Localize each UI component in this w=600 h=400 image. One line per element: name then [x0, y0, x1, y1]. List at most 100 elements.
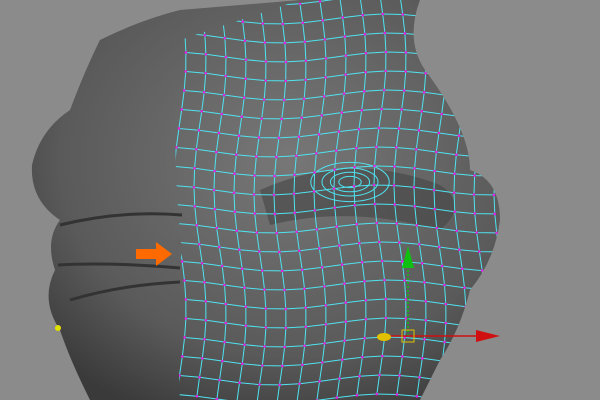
vertex[interactable]	[223, 36, 227, 40]
vertex[interactable]	[263, 345, 266, 348]
vertex[interactable]	[480, 269, 484, 272]
vertex[interactable]	[324, 76, 327, 79]
vertex[interactable]	[501, 270, 504, 273]
vertex[interactable]	[362, 89, 366, 93]
vertex[interactable]	[283, 288, 286, 292]
vertex[interactable]	[224, 321, 228, 325]
vertex[interactable]	[477, 136, 481, 139]
vertex[interactable]	[364, 298, 368, 302]
vertex[interactable]	[443, 340, 446, 344]
vertex[interactable]	[461, 362, 464, 366]
vertex[interactable]	[401, 13, 405, 16]
vertex[interactable]	[203, 338, 206, 341]
vertex[interactable]	[441, 17, 445, 21]
vertex[interactable]	[204, 53, 208, 56]
vertex[interactable]	[403, 32, 407, 35]
vertex[interactable]	[393, 203, 397, 206]
vertex[interactable]	[404, 70, 407, 73]
vertex[interactable]	[358, 241, 361, 245]
vertex[interactable]	[262, 98, 266, 101]
vertex[interactable]	[340, 263, 344, 266]
vertex[interactable]	[182, 89, 186, 92]
vertex[interactable]	[284, 60, 288, 64]
vertex[interactable]	[193, 167, 196, 170]
vertex[interactable]	[218, 245, 221, 249]
vertex[interactable]	[452, 191, 456, 195]
vertex[interactable]	[243, 39, 247, 43]
vertex[interactable]	[402, 89, 406, 92]
vertex[interactable]	[344, 54, 348, 57]
vertex[interactable]	[395, 146, 398, 149]
vertex[interactable]	[505, 327, 508, 330]
vertex[interactable]	[413, 167, 416, 170]
vertex[interactable]	[280, 117, 284, 121]
vertex[interactable]	[304, 325, 308, 329]
vertex[interactable]	[404, 298, 408, 301]
vertex[interactable]	[177, 127, 181, 130]
vertex[interactable]	[401, 355, 404, 358]
vertex[interactable]	[501, 365, 504, 368]
vertex[interactable]	[343, 282, 346, 285]
vertex[interactable]	[373, 202, 377, 206]
vertex[interactable]	[444, 55, 448, 59]
vertex[interactable]	[453, 172, 456, 176]
vertex[interactable]	[235, 153, 238, 157]
vertex[interactable]	[272, 193, 276, 197]
vertex[interactable]	[301, 363, 304, 367]
vertex[interactable]	[298, 249, 301, 253]
vertex[interactable]	[180, 108, 184, 111]
vertex[interactable]	[337, 130, 341, 133]
vertex[interactable]	[437, 131, 441, 135]
vertex[interactable]	[355, 146, 358, 150]
vertex[interactable]	[453, 210, 457, 214]
vertex[interactable]	[220, 112, 224, 116]
vertex[interactable]	[184, 298, 188, 301]
vertex[interactable]	[484, 60, 488, 63]
vertex[interactable]	[460, 115, 464, 119]
vertex[interactable]	[420, 262, 424, 265]
vertex[interactable]	[395, 393, 399, 396]
vertex[interactable]	[257, 136, 261, 139]
vertex[interactable]	[202, 91, 206, 94]
vertex[interactable]	[424, 53, 428, 56]
vertex[interactable]	[500, 118, 503, 121]
vertex[interactable]	[435, 150, 438, 154]
vertex[interactable]	[233, 172, 236, 176]
vertex[interactable]	[481, 22, 485, 25]
vertex[interactable]	[364, 70, 367, 74]
vertex[interactable]	[484, 79, 487, 82]
vertex[interactable]	[375, 145, 378, 149]
vertex[interactable]	[493, 174, 496, 178]
vertex[interactable]	[213, 207, 217, 211]
vertex[interactable]	[261, 364, 264, 367]
vertex[interactable]	[475, 155, 478, 158]
vertex[interactable]	[235, 229, 238, 233]
vertex[interactable]	[461, 20, 465, 24]
vertex[interactable]	[315, 228, 318, 231]
vertex[interactable]	[478, 3, 482, 6]
vertex[interactable]	[298, 382, 301, 386]
vertex[interactable]	[503, 289, 506, 292]
vertex[interactable]	[264, 326, 268, 329]
vertex[interactable]	[364, 317, 368, 321]
vertex[interactable]	[352, 184, 356, 188]
vertex[interactable]	[233, 210, 237, 214]
vertex[interactable]	[421, 15, 425, 18]
vertex[interactable]	[478, 383, 481, 386]
vertex[interactable]	[318, 0, 322, 3]
vertex[interactable]	[255, 155, 258, 158]
vertex[interactable]	[324, 323, 328, 326]
vertex[interactable]	[335, 225, 338, 228]
vertex[interactable]	[381, 12, 385, 16]
vertex[interactable]	[322, 95, 326, 98]
vertex[interactable]	[242, 96, 246, 100]
vertex[interactable]	[333, 206, 337, 209]
vertex[interactable]	[340, 111, 344, 114]
vertex[interactable]	[413, 205, 417, 208]
vertex[interactable]	[493, 212, 497, 216]
vertex[interactable]	[381, 354, 384, 358]
vertex[interactable]	[444, 74, 447, 78]
vertex[interactable]	[504, 42, 507, 45]
vertex[interactable]	[335, 149, 338, 152]
vertex[interactable]	[320, 266, 324, 269]
